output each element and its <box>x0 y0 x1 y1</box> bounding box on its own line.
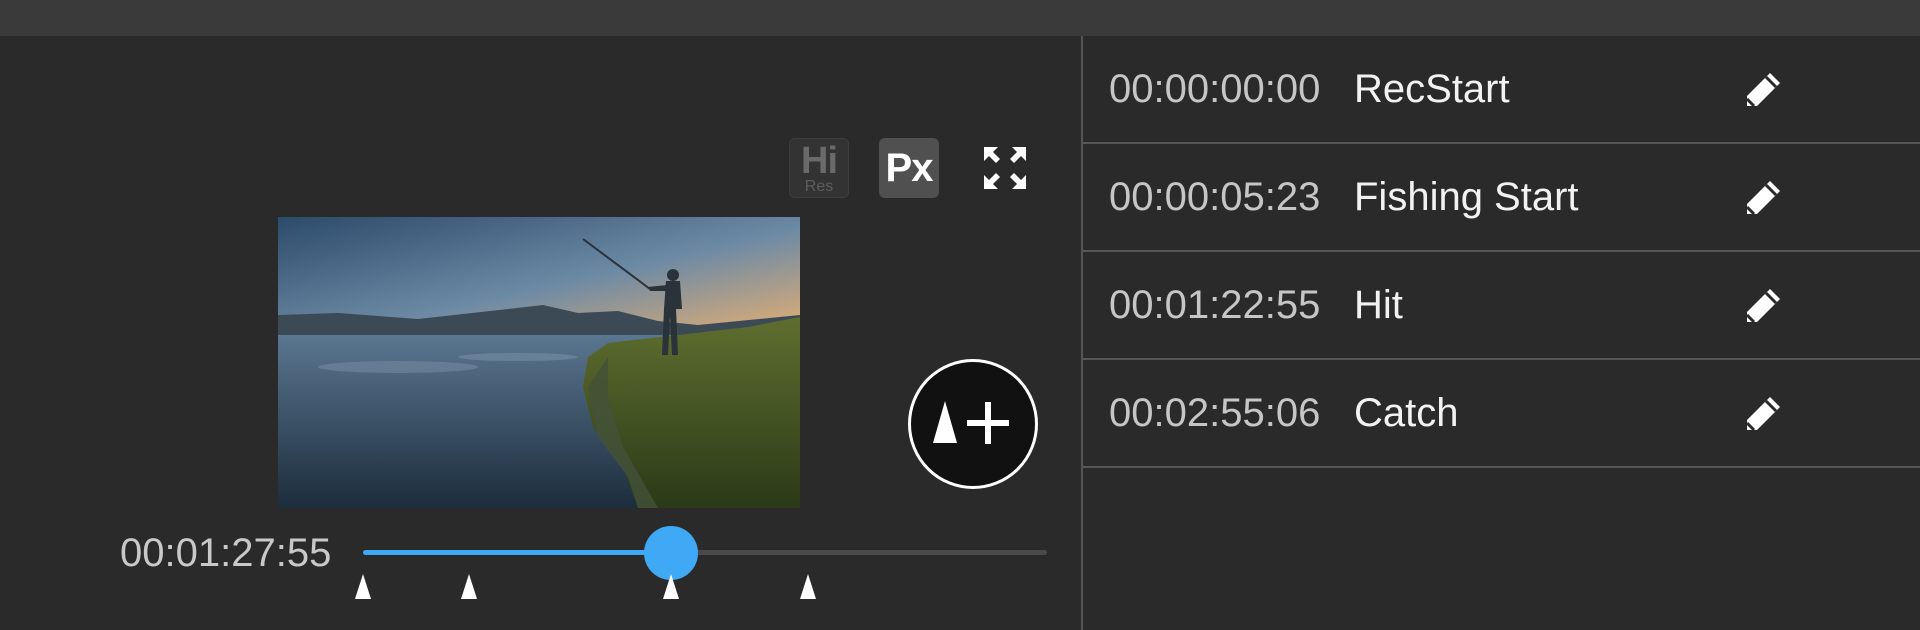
timeline-progress <box>363 550 671 555</box>
timeline-marker-icon[interactable] <box>799 572 817 600</box>
add-marker-button[interactable] <box>908 359 1038 489</box>
timeline-track[interactable] <box>363 550 1047 555</box>
pencil-icon <box>1745 397 1780 432</box>
marker-row[interactable]: 00:00:00:00 RecStart <box>1083 36 1920 144</box>
marker-name: Hit <box>1354 283 1403 327</box>
add-marker-icon <box>933 401 1009 444</box>
edit-marker-button[interactable] <box>1739 282 1787 330</box>
fullscreen-expand-icon <box>984 147 1026 189</box>
timeline-marker-icon[interactable] <box>662 572 680 600</box>
edit-marker-button[interactable] <box>1739 66 1787 114</box>
marker-timecode: 00:00:05:23 <box>1109 175 1321 219</box>
marker-name: RecStart <box>1354 67 1510 111</box>
hires-toggle-button[interactable]: Hi Res <box>789 138 849 198</box>
px-toggle-button[interactable]: Px <box>879 138 939 198</box>
video-preview[interactable] <box>278 217 800 508</box>
marker-name: Catch <box>1354 391 1459 435</box>
timeline-marker-icon[interactable] <box>460 572 478 600</box>
marker-timecode: 00:00:00:00 <box>1109 67 1321 111</box>
marker-list: 00:00:00:00 RecStart 00:00:05:23 Fishing… <box>1083 36 1920 630</box>
edit-marker-button[interactable] <box>1739 390 1787 438</box>
marker-timecode: 00:02:55:06 <box>1109 391 1321 435</box>
video-preview-image <box>278 217 800 508</box>
px-label: Px <box>885 145 934 190</box>
current-timecode: 00:01:27:55 <box>120 531 332 575</box>
hires-label: Hi <box>801 139 838 182</box>
marker-row[interactable]: 00:01:22:55 Hit <box>1083 252 1920 360</box>
hires-sub-label: Res <box>804 177 834 195</box>
marker-name: Fishing Start <box>1354 175 1579 219</box>
fullscreen-button[interactable] <box>975 138 1035 198</box>
timeline-marker-icon[interactable] <box>354 572 372 600</box>
edit-marker-button[interactable] <box>1739 174 1787 222</box>
pencil-icon <box>1745 289 1780 324</box>
marker-row[interactable]: 00:02:55:06 Catch <box>1083 360 1920 468</box>
top-bar <box>0 0 1920 36</box>
pencil-icon <box>1745 73 1780 108</box>
pencil-icon <box>1745 181 1780 216</box>
marker-row[interactable]: 00:00:05:23 Fishing Start <box>1083 144 1920 252</box>
marker-timecode: 00:01:22:55 <box>1109 283 1321 327</box>
